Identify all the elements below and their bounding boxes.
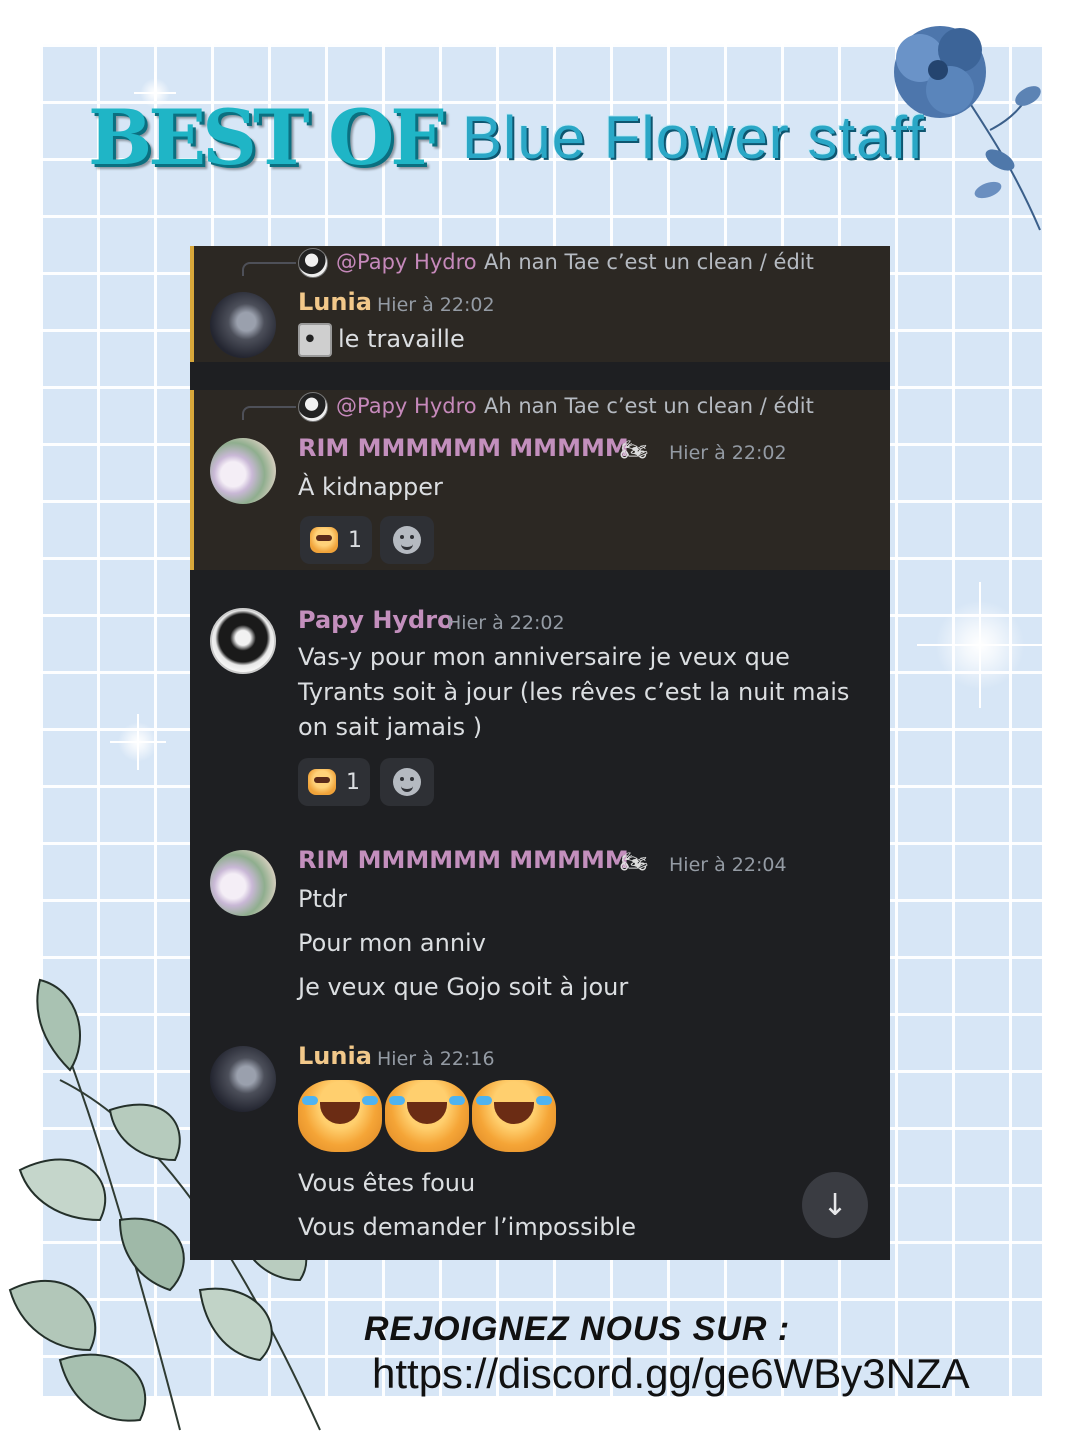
timestamp: Hier à 22:02: [377, 294, 495, 316]
discord-invite-link[interactable]: https://discord.gg/ge6WBy3NZA: [372, 1350, 970, 1398]
crying-laugh-emoji-icon: [308, 769, 336, 795]
author-name[interactable]: RIM MMMMMM MMMMM: [298, 846, 629, 874]
sparkle-decoration: [118, 722, 158, 762]
reply-author[interactable]: @Papy Hydro: [336, 394, 477, 418]
crying-laugh-emoji-icon: [385, 1080, 469, 1152]
message-text: Vas-y pour mon anniversaire je veux que …: [298, 643, 850, 741]
message-text: Vous êtes fouu: [298, 1169, 476, 1197]
author-name[interactable]: Lunia: [298, 1042, 372, 1070]
sparkle-decoration: [935, 600, 1025, 690]
smiley-icon: [393, 526, 421, 554]
add-reaction-button[interactable]: [380, 516, 434, 564]
message-text: Je veux que Gojo soit à jour: [298, 973, 629, 1001]
best-of-title: BEST OF: [88, 93, 444, 182]
highlighted-message[interactable]: @Papy Hydro Ah nan Tae c’est un clean / …: [190, 246, 890, 362]
reaction-chip[interactable]: 1: [298, 758, 370, 806]
reply-avatar: [298, 392, 328, 422]
crying-laugh-emoji-icon: [472, 1080, 556, 1152]
avatar[interactable]: [210, 850, 276, 916]
author-name[interactable]: RIM MMMMMM MMMMM: [298, 434, 629, 462]
author-name[interactable]: Lunia: [298, 288, 372, 316]
crying-laugh-emoji-icon: [310, 527, 338, 553]
message-text: le travaille: [338, 325, 465, 353]
reply-connector: [242, 406, 296, 420]
message-text: À kidnapper: [298, 473, 443, 501]
timestamp: Hier à 22:02: [669, 442, 787, 464]
motorcycle-icon: 🏍: [620, 850, 648, 875]
reply-connector: [242, 262, 296, 276]
reaction-count: 1: [348, 527, 362, 553]
scroll-to-bottom-button[interactable]: ↓: [802, 1172, 868, 1238]
reaction-chip[interactable]: 1: [300, 516, 372, 564]
message-text: Vous demander l’impossible: [298, 1213, 636, 1241]
avatar[interactable]: [210, 292, 276, 358]
author-name[interactable]: Papy Hydro: [298, 606, 454, 634]
motorcycle-icon: 🏍: [620, 438, 648, 463]
message-text: Pour mon anniv: [298, 929, 486, 957]
reply-text[interactable]: Ah nan Tae c’est un clean / édit: [484, 250, 814, 274]
reply-text[interactable]: Ah nan Tae c’est un clean / édit: [484, 394, 814, 418]
timestamp: Hier à 22:02: [447, 612, 565, 634]
join-us-label: REJOIGNEZ NOUS SUR :: [364, 1310, 791, 1348]
inline-image-thumbnail[interactable]: [298, 323, 332, 357]
timestamp: Hier à 22:16: [377, 1048, 495, 1070]
highlighted-message[interactable]: @Papy Hydro Ah nan Tae c’est un clean / …: [190, 390, 890, 570]
chat-panel: @Papy Hydro Ah nan Tae c’est un clean / …: [190, 246, 890, 1260]
reaction-count: 1: [346, 769, 360, 795]
reply-author[interactable]: @Papy Hydro: [336, 250, 477, 274]
avatar[interactable]: [210, 1046, 276, 1112]
avatar[interactable]: [210, 608, 276, 674]
message-text: Ptdr: [298, 885, 347, 913]
add-reaction-button[interactable]: [380, 758, 434, 806]
reply-avatar: [298, 248, 328, 278]
separator: [190, 362, 890, 390]
timestamp: Hier à 22:04: [669, 854, 787, 876]
staff-title: Blue Flower staff: [462, 104, 925, 171]
avatar[interactable]: [210, 438, 276, 504]
crying-laugh-emoji-icon: [298, 1080, 382, 1152]
arrow-down-icon: ↓: [822, 1187, 848, 1223]
smiley-icon: [393, 768, 421, 796]
